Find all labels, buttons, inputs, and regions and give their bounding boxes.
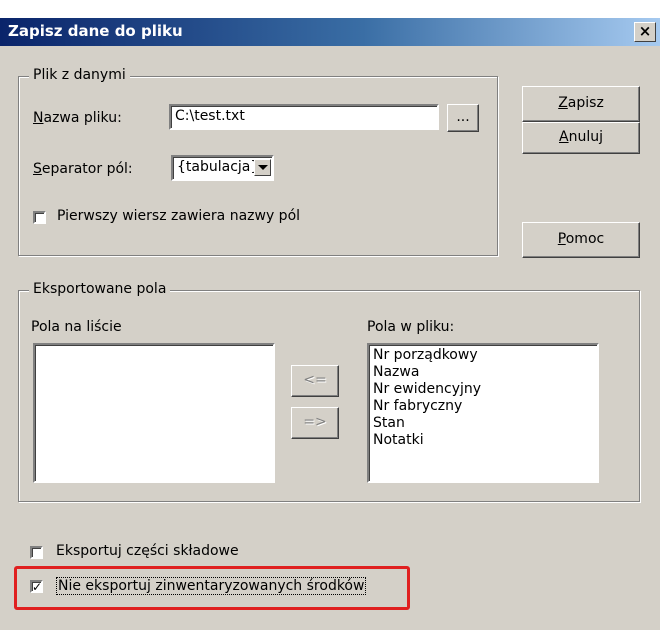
filename-label-accel: N: [33, 110, 44, 126]
chevron-down-icon[interactable]: [254, 159, 271, 176]
list-item[interactable]: Notatki: [373, 432, 593, 449]
header-row-label: Pierwszy wiersz zawiera nazwy pól: [57, 208, 301, 224]
exported-fields-group: Eksportowane pola Pola na liście <= => P…: [18, 281, 640, 502]
separator-label-text: eparator pól:: [41, 161, 133, 177]
annotation-highlight: [14, 566, 410, 610]
list-item[interactable]: Nazwa: [373, 364, 593, 381]
cancel-button-accel: A: [559, 129, 569, 145]
separator-label-accel: S: [33, 161, 42, 177]
list-item[interactable]: Nr porządkowy: [373, 347, 593, 364]
filename-label: Nazwa pliku:: [33, 110, 122, 126]
exported-fields-legend: Eksportowane pola: [29, 281, 171, 297]
file-data-group: Plik z danymi Nazwa pliku: C:\test.txt .…: [18, 67, 498, 256]
save-button[interactable]: Zapisz: [522, 86, 640, 122]
help-button[interactable]: Pomoc: [522, 222, 640, 258]
save-button-label: apisz: [567, 95, 604, 111]
cancel-button-label: nuluj: [568, 129, 603, 145]
move-left-button[interactable]: <=: [291, 365, 339, 397]
header-row-checkbox[interactable]: [33, 211, 46, 224]
separator-label: Separator pól:: [33, 161, 133, 177]
filename-label-text: azwa pliku:: [43, 110, 122, 126]
separator-select[interactable]: {tabulacja}: [171, 155, 274, 181]
filename-input[interactable]: C:\test.txt: [169, 104, 439, 130]
close-icon: ×: [638, 22, 652, 40]
close-button[interactable]: ×: [634, 22, 656, 42]
cancel-button[interactable]: Anuluj: [522, 122, 640, 154]
file-data-legend: Plik z danymi: [29, 67, 130, 83]
available-fields-list[interactable]: [33, 343, 275, 483]
window-title: Zapisz dane do pliku: [8, 22, 183, 40]
browse-button[interactable]: ...: [447, 104, 479, 132]
export-parts-checkbox[interactable]: [30, 546, 43, 559]
move-right-button[interactable]: =>: [291, 407, 339, 439]
separator-value: {tabulacja}: [177, 159, 260, 175]
list-item[interactable]: Nr ewidencyjny: [373, 381, 593, 398]
title-bar[interactable]: Zapisz dane do pliku ×: [0, 18, 660, 47]
available-fields-label: Pola na liście: [31, 319, 122, 335]
save-button-accel: Z: [558, 95, 568, 111]
help-button-label: omoc: [565, 231, 605, 247]
file-fields-label: Pola w pliku:: [367, 319, 455, 335]
export-parts-label: Eksportuj części składowe: [56, 543, 239, 559]
list-item[interactable]: Stan: [373, 415, 593, 432]
help-button-accel: P: [557, 231, 566, 247]
file-fields-list[interactable]: Nr porządkowy Nazwa Nr ewidencyjny Nr fa…: [367, 343, 599, 483]
save-to-file-dialog: Zapisz dane do pliku × Plik z danymi Naz…: [0, 18, 660, 630]
list-item[interactable]: Nr fabryczny: [373, 398, 593, 415]
